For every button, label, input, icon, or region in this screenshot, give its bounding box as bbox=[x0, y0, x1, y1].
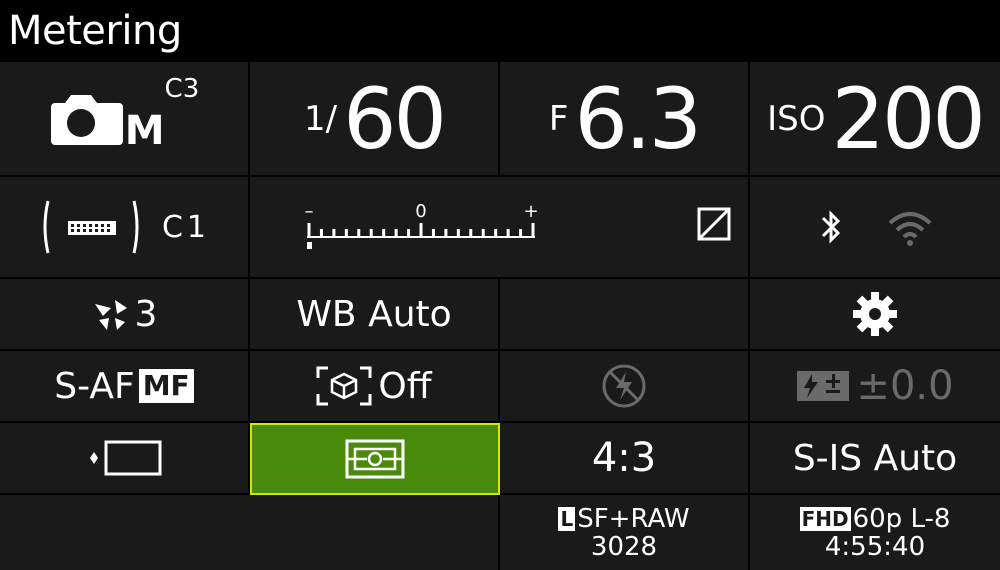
subject-detection-cell[interactable]: Off bbox=[250, 351, 500, 423]
exposure-meter: – 0 + bbox=[305, 201, 731, 249]
size-l-badge: L bbox=[558, 506, 576, 531]
video-quality-cell[interactable]: FHD 60p L-8 4:55:40 bbox=[750, 495, 1000, 570]
flash-mode-cell[interactable] bbox=[500, 351, 750, 423]
exposure-comp-cell[interactable]: – 0 + bbox=[250, 177, 750, 279]
aperture-prefix: F bbox=[548, 98, 569, 139]
stabilizer-value: S-IS Auto bbox=[792, 437, 958, 479]
subject-detection-icon bbox=[316, 366, 372, 406]
exposure-minus: – bbox=[305, 201, 314, 222]
shutter-prefix: 1/ bbox=[304, 98, 338, 139]
settings-cell[interactable] bbox=[750, 279, 1000, 351]
aperture-cell[interactable]: F 6.3 bbox=[500, 62, 750, 177]
custom-mode: C3 bbox=[164, 73, 200, 104]
subject-detection-value: Off bbox=[378, 365, 432, 407]
iso-prefix: ISO bbox=[767, 98, 826, 139]
shutter-speed-cell[interactable]: 1/ 60 bbox=[250, 62, 500, 177]
fhd-badge: FHD bbox=[799, 506, 851, 531]
image-quality-cell[interactable]: L SF+RAW 3028 bbox=[500, 495, 750, 570]
drive-mode-cell[interactable]: C1 bbox=[0, 177, 250, 279]
stabilizer-cell[interactable]: S-IS Auto bbox=[750, 423, 1000, 495]
shots-remaining: 3028 bbox=[590, 531, 658, 562]
video-remaining: 4:55:40 bbox=[824, 531, 926, 562]
iso-cell[interactable]: ISO 200 bbox=[750, 62, 1000, 177]
aperture-value: 6.3 bbox=[574, 69, 702, 168]
gear-icon bbox=[853, 292, 897, 336]
flash-comp-group: ±0.0 bbox=[796, 363, 954, 409]
shutter-value: 60 bbox=[343, 69, 447, 168]
flash-comp-cell[interactable]: ±0.0 bbox=[750, 351, 1000, 423]
exposure-plus: + bbox=[523, 201, 538, 222]
wb-label: WB Auto bbox=[296, 293, 452, 335]
exposure-zero: 0 bbox=[415, 201, 426, 222]
af-mode: S-AF bbox=[54, 365, 135, 407]
picture-mode-value: 3 bbox=[134, 293, 158, 335]
empty-cell-r3 bbox=[500, 279, 750, 351]
connectivity-cell bbox=[750, 177, 1000, 279]
aspect-ratio-cell[interactable]: 4:3 bbox=[500, 423, 750, 495]
mf-badge: MF bbox=[138, 369, 194, 403]
metering-cell[interactable] bbox=[250, 423, 500, 495]
empty-cell-r6 bbox=[0, 495, 500, 570]
camera-icon bbox=[50, 94, 123, 145]
flash-off-icon bbox=[602, 364, 646, 408]
af-target-icon bbox=[90, 440, 162, 476]
picture-mode-cell[interactable]: 3 bbox=[0, 279, 250, 351]
white-balance-cell[interactable]: WB Auto bbox=[250, 279, 500, 351]
super-control-panel: M C3 1/ 60 F 6.3 ISO 200 C1 – 0 + 3 WB A… bbox=[0, 62, 1000, 570]
picture-mode-icon bbox=[94, 300, 127, 330]
aspect-value: 4:3 bbox=[591, 435, 657, 481]
screen-title: Metering bbox=[8, 8, 182, 54]
iso-value: 200 bbox=[831, 69, 986, 168]
bluetooth-icon bbox=[821, 210, 841, 244]
flash-comp-value: ±0.0 bbox=[856, 363, 954, 409]
image-quality-mode: SF+RAW bbox=[577, 503, 690, 534]
drive-custom: C1 bbox=[161, 209, 211, 245]
exposure-comp-icon bbox=[697, 207, 731, 241]
video-format: 60p L-8 bbox=[852, 503, 951, 534]
mode-letter: M bbox=[124, 107, 165, 154]
sequential-shooting-icon bbox=[43, 200, 139, 254]
metering-icon bbox=[345, 439, 405, 479]
wifi-icon bbox=[888, 212, 932, 246]
af-mode-cell[interactable]: S-AF MF bbox=[0, 351, 250, 423]
shooting-mode-cell[interactable]: M C3 bbox=[0, 62, 250, 177]
flash-compensation-icon bbox=[797, 371, 850, 401]
af-target-cell[interactable] bbox=[0, 423, 250, 495]
